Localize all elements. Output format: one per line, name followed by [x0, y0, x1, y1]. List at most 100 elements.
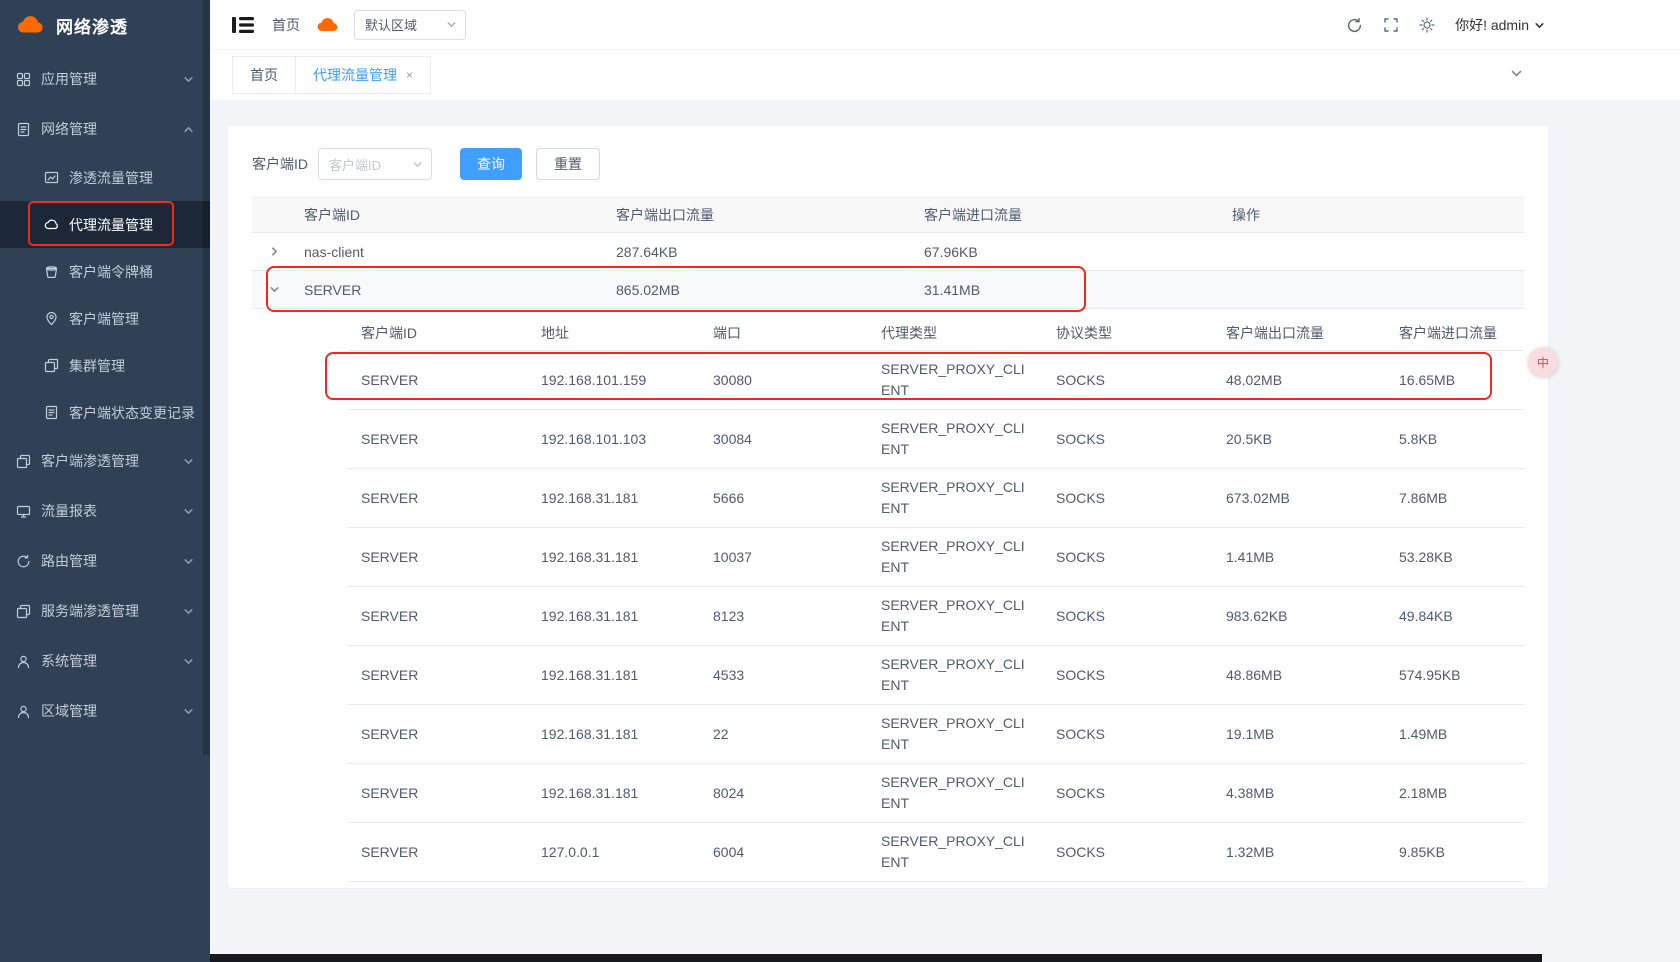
nested-table-row: SERVER192.168.31.18110037SERVER_PROXY_CL… — [348, 528, 1524, 587]
nested-column-header: 端口 — [700, 323, 868, 343]
reset-button[interactable]: 重置 — [536, 148, 600, 180]
cell-out-traffic: 48.02MB — [1213, 372, 1386, 388]
nested-table-row: SERVER192.168.101.15930080SERVER_PROXY_C… — [348, 351, 1524, 410]
cell-proxy-type: SERVER_PROXY_CLIENT — [868, 772, 1043, 814]
table-body: nas-client287.64KB67.96KBSERVER865.02MB3… — [252, 233, 1524, 882]
sidebar-subitem-proxy-traffic[interactable]: 代理流量管理 — [0, 201, 210, 248]
client-id-select[interactable]: 客户端ID — [318, 148, 432, 180]
tab-label: 代理流量管理 — [313, 65, 397, 85]
sidebar-item-app-management[interactable]: 应用管理 — [0, 54, 210, 104]
cell-protocol-type: SOCKS — [1043, 726, 1213, 742]
nested-table-row: SERVER192.168.31.18122SERVER_PROXY_CLIEN… — [348, 705, 1524, 764]
menu-item-label: 渗透流量管理 — [69, 168, 153, 188]
cell-address: 127.0.0.1 — [528, 844, 700, 860]
pin-icon — [44, 311, 59, 326]
sidebar-item-route-management[interactable]: 路由管理 — [0, 536, 210, 586]
cell-client-id: SERVER — [348, 490, 528, 506]
menu-item-label: 服务端渗透管理 — [41, 601, 183, 621]
cell-port: 6004 — [700, 844, 868, 860]
cell-in-traffic: 49.84KB — [1386, 608, 1524, 624]
collapse-menu-icon[interactable] — [232, 16, 254, 34]
logo-cloud-icon — [16, 15, 46, 35]
cell-in-traffic: 1.49MB — [1386, 726, 1524, 742]
tab-home[interactable]: 首页 — [232, 56, 296, 94]
cell-protocol-type: SOCKS — [1043, 372, 1213, 388]
tab-proxy-traffic[interactable]: 代理流量管理 × — [296, 56, 431, 94]
bottom-scrollbar[interactable] — [210, 954, 1542, 962]
sidebar-item-traffic-report[interactable]: 流量报表 — [0, 486, 210, 536]
cell-proxy-type: SERVER_PROXY_CLIENT — [868, 713, 1043, 755]
cell-address: 192.168.101.103 — [528, 431, 700, 447]
cell-client-id: SERVER — [348, 667, 528, 683]
cell-client-id: SERVER — [296, 282, 608, 298]
chevron-up-icon — [183, 124, 194, 135]
cell-in-traffic: 53.28KB — [1386, 549, 1524, 565]
nested-table: 客户端ID地址端口代理类型协议类型客户端出口流量客户端进口流量SERVER192… — [252, 309, 1524, 882]
sidebar-subitem-client-status-log[interactable]: 客户端状态变更记录 — [0, 389, 210, 436]
cloud-icon — [44, 217, 59, 232]
sidebar-subitem-client-management[interactable]: 客户端管理 — [0, 295, 210, 342]
refresh-icon[interactable] — [1346, 17, 1363, 34]
sidebar-subitem-penetration-traffic[interactable]: 渗透流量管理 — [0, 154, 210, 201]
cell-in-traffic: 5.8KB — [1386, 431, 1524, 447]
cell-client-id: SERVER — [348, 608, 528, 624]
cell-address: 192.168.31.181 — [528, 608, 700, 624]
cell-address: 192.168.101.159 — [528, 372, 700, 388]
greeting-text: 你好! admin — [1455, 15, 1529, 35]
nested-table-row: SERVER192.168.31.1814533SERVER_PROXY_CLI… — [348, 646, 1524, 705]
query-button[interactable]: 查询 — [460, 148, 522, 180]
cell-out-traffic: 673.02MB — [1213, 490, 1386, 506]
cell-out-traffic: 19.1MB — [1213, 726, 1386, 742]
sidebar-item-region-management[interactable]: 区域管理 — [0, 686, 210, 736]
menu-item-label: 客户端令牌桶 — [69, 262, 153, 282]
content-area: 客户端ID 客户端ID 查询 重置 客户端ID客户端出口流量客户端进口流量操作 … — [210, 100, 1680, 962]
collapse-row-icon[interactable] — [269, 284, 280, 295]
sidebar-item-system-management[interactable]: 系统管理 — [0, 636, 210, 686]
sidebar-item-network-management[interactable]: 网络管理 — [0, 104, 210, 154]
chevron-down-icon — [183, 656, 194, 667]
expand-row-icon[interactable] — [269, 246, 280, 257]
cell-port: 4533 — [700, 667, 868, 683]
tab-close-icon[interactable]: × — [406, 68, 413, 82]
sidebar-scrollbar[interactable] — [203, 0, 210, 755]
cell-in-traffic: 67.96KB — [916, 244, 1224, 260]
sidebar-subitem-client-token-bucket[interactable]: 客户端令牌桶 — [0, 248, 210, 295]
cell-client-id: SERVER — [348, 549, 528, 565]
user-menu[interactable]: 你好! admin — [1455, 15, 1545, 35]
content-card: 客户端ID 客户端ID 查询 重置 客户端ID客户端出口流量客户端进口流量操作 … — [228, 126, 1548, 888]
cell-client-id: SERVER — [348, 785, 528, 801]
tabs-bar: 首页代理流量管理 × — [210, 50, 1680, 100]
cell-address: 192.168.31.181 — [528, 490, 700, 506]
cell-proxy-type: SERVER_PROXY_CLIENT — [868, 654, 1043, 696]
tabs-dropdown-icon[interactable] — [1510, 67, 1523, 83]
sidebar-item-client-penetration[interactable]: 客户端渗透管理 — [0, 436, 210, 486]
breadcrumb[interactable]: 首页 — [272, 15, 300, 35]
cell-port: 5666 — [700, 490, 868, 506]
fullscreen-icon[interactable] — [1383, 17, 1399, 33]
sidebar-item-server-penetration[interactable]: 服务端渗透管理 — [0, 586, 210, 636]
menu-item-label: 系统管理 — [41, 651, 183, 671]
float-badge[interactable]: 中 — [1528, 347, 1558, 377]
chevron-down-icon — [183, 556, 194, 567]
chart-icon — [44, 170, 59, 185]
cell-in-traffic: 2.18MB — [1386, 785, 1524, 801]
nested-column-header: 客户端出口流量 — [1213, 323, 1386, 343]
nested-column-header: 客户端进口流量 — [1386, 323, 1524, 343]
cell-out-traffic: 983.62KB — [1213, 608, 1386, 624]
table-row[interactable]: nas-client287.64KB67.96KB — [252, 233, 1524, 271]
cell-in-traffic: 574.95KB — [1386, 667, 1524, 683]
nested-table-row: SERVER127.0.0.16004SERVER_PROXY_CLIENTSO… — [348, 823, 1524, 882]
cell-in-traffic: 9.85KB — [1386, 844, 1524, 860]
region-select[interactable]: 默认区域 — [354, 10, 466, 40]
theme-icon[interactable] — [1419, 17, 1435, 33]
nested-table-row: SERVER192.168.31.1818024SERVER_PROXY_CLI… — [348, 764, 1524, 823]
cell-in-traffic: 16.65MB — [1386, 372, 1524, 388]
sidebar: 网络渗透 应用管理网络管理渗透流量管理代理流量管理客户端令牌桶客户端管理集群管理… — [0, 0, 210, 962]
menu-item-label: 网络管理 — [41, 119, 183, 139]
table-row[interactable]: SERVER865.02MB31.41MB — [252, 271, 1524, 309]
sidebar-subitem-cluster-management[interactable]: 集群管理 — [0, 342, 210, 389]
bucket-icon — [44, 264, 59, 279]
cell-protocol-type: SOCKS — [1043, 667, 1213, 683]
cell-out-traffic: 48.86MB — [1213, 667, 1386, 683]
column-header: 客户端ID — [296, 205, 608, 225]
